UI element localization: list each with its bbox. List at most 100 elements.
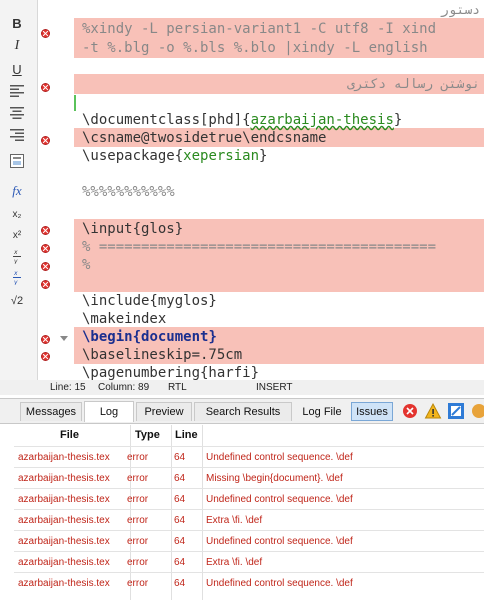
bold-button[interactable]: B [6, 12, 28, 34]
log-file-button[interactable]: Log File [298, 402, 346, 421]
code-line-rtl: دستور [440, 3, 480, 18]
row-message: Undefined control sequence. \def [206, 452, 353, 463]
editor-gutter [38, 0, 74, 380]
code-text: \documentclass[phd]{ [82, 112, 251, 128]
code-text: } [259, 148, 268, 164]
function-button[interactable]: fx [6, 180, 28, 202]
show-badbox-button[interactable] [447, 402, 465, 420]
row-file: azarbaijan-thesis.tex [18, 473, 110, 484]
table-row[interactable]: azarbaijan-thesis.tex error 64 Undefined… [14, 572, 484, 594]
code-line: \baselineskip=.75cm [82, 347, 243, 363]
table-row[interactable]: azarbaijan-thesis.tex error 64 Undefined… [14, 446, 484, 468]
code-line: \input{glos} [82, 221, 184, 237]
code-editor[interactable]: دستور %xindy -L persian-variant1 -C utf8… [74, 0, 484, 380]
align-right-icon [10, 129, 24, 141]
code-line: \begin{document} [82, 329, 217, 345]
row-file: azarbaijan-thesis.tex [18, 557, 110, 568]
status-mode[interactable]: INSERT [256, 382, 293, 393]
tab-log[interactable]: Log [84, 401, 134, 422]
code-line: \pagenumbering{harfi} [82, 365, 260, 380]
code-line: \usepackage{xepersian} [82, 148, 267, 164]
align-center-button[interactable] [6, 102, 28, 124]
column-header-type[interactable]: Type [135, 429, 160, 441]
status-line: Line: 15 [50, 382, 86, 393]
column-header-file[interactable]: File [60, 429, 79, 441]
code-line-rtl: نوشتن رساله دکتری [346, 77, 480, 92]
row-line: 64 [174, 473, 186, 484]
issues-button[interactable]: Issues [351, 402, 393, 421]
table-row[interactable]: azarbaijan-thesis.tex error 64 Extra \fi… [14, 551, 484, 573]
code-line: % [82, 257, 91, 273]
row-type: error [127, 578, 149, 589]
show-warnings-button[interactable] [424, 402, 442, 420]
fraction-button[interactable]: xy [6, 245, 28, 267]
code-line: \documentclass[phd]{azarbaijan-thesis} [82, 112, 402, 128]
package-name: xepersian [183, 148, 260, 164]
error-icon[interactable] [41, 262, 50, 271]
underline-button[interactable]: U [6, 58, 28, 80]
spell-error-word[interactable]: azarbaijan-thesis [251, 112, 394, 128]
row-type: error [127, 557, 149, 568]
sqrt-button[interactable]: √2 [6, 290, 28, 312]
table-row[interactable]: azarbaijan-thesis.tex error 64 Undefined… [14, 530, 484, 552]
keyword: } [208, 329, 217, 345]
error-icon[interactable] [41, 226, 50, 235]
row-line: 64 [174, 578, 186, 589]
superscript-button[interactable]: x² [6, 224, 28, 246]
warning-icon [424, 402, 442, 419]
error-icon[interactable] [41, 83, 50, 92]
row-file: azarbaijan-thesis.tex [18, 494, 110, 505]
show-errors-button[interactable] [401, 402, 419, 420]
code-line: % ======================================… [82, 239, 437, 255]
code-line: \makeindex [82, 311, 167, 327]
badbox-icon [448, 403, 464, 419]
error-icon[interactable] [41, 335, 50, 344]
row-type: error [127, 452, 149, 463]
code-line: %xindy -L persian-variant1 -C utf8 -I xi… [82, 21, 437, 37]
error-icon[interactable] [41, 29, 50, 38]
image-icon [10, 154, 24, 168]
error-icon[interactable] [41, 244, 50, 253]
svg-text:y: y [13, 279, 18, 285]
insert-image-button[interactable] [6, 150, 28, 172]
row-file: azarbaijan-thesis.tex [18, 536, 110, 547]
dfraction-button[interactable]: xy [6, 266, 28, 288]
align-right-button[interactable] [6, 124, 28, 146]
row-type: error [127, 515, 149, 526]
panel-tabs: Messages Log Preview Search Results Log … [0, 398, 484, 424]
error-filter-icon [403, 404, 417, 418]
dfraction-icon: xy [13, 270, 21, 285]
subscript-button[interactable]: x₂ [6, 203, 28, 225]
tab-search-results[interactable]: Search Results [194, 402, 292, 421]
table-row[interactable]: azarbaijan-thesis.tex error 64 Extra \fi… [14, 509, 484, 531]
tab-preview[interactable]: Preview [136, 402, 192, 421]
row-message: Undefined control sequence. \def [206, 494, 353, 505]
code-line: %%%%%%%%%%% [82, 184, 175, 200]
italic-button[interactable]: I [6, 35, 28, 57]
error-icon[interactable] [41, 280, 50, 289]
extra-filter-button[interactable] [470, 402, 484, 420]
code-text: } [393, 112, 403, 128]
table-row[interactable]: azarbaijan-thesis.tex error 64 Missing \… [14, 467, 484, 489]
row-file: azarbaijan-thesis.tex [18, 515, 110, 526]
status-direction[interactable]: RTL [168, 382, 187, 393]
error-icon[interactable] [41, 352, 50, 361]
svg-text:x: x [13, 270, 18, 277]
row-message: Undefined control sequence. \def [206, 578, 353, 589]
code-text: \usepackage{ [82, 148, 184, 164]
tab-messages[interactable]: Messages [20, 402, 82, 421]
row-line: 64 [174, 452, 186, 463]
align-left-button[interactable] [6, 80, 28, 102]
text-cursor [74, 95, 76, 111]
row-message: Extra \fi. \def [206, 515, 263, 526]
svg-text:y: y [13, 258, 18, 264]
error-icon[interactable] [41, 136, 50, 145]
info-icon [472, 404, 484, 418]
align-left-icon [10, 85, 24, 97]
fold-arrow-icon[interactable] [60, 336, 68, 341]
column-header-line[interactable]: Line [175, 429, 198, 441]
status-column: Column: 89 [98, 382, 150, 393]
table-row[interactable]: azarbaijan-thesis.tex error 64 Undefined… [14, 488, 484, 510]
code-line: \include{myglos} [82, 293, 217, 309]
row-file: azarbaijan-thesis.tex [18, 452, 110, 463]
